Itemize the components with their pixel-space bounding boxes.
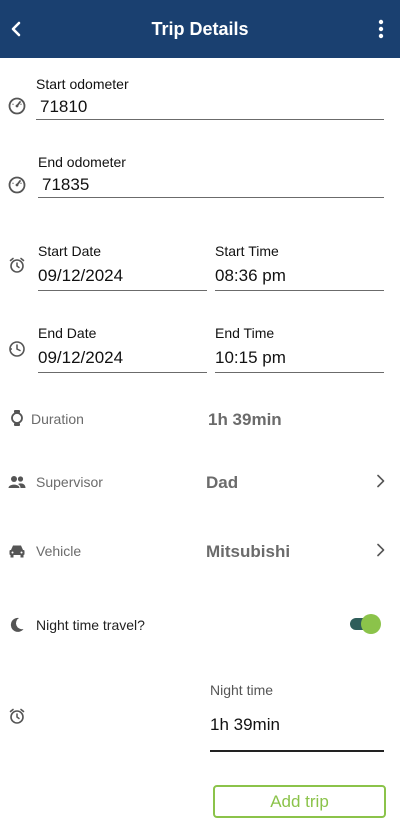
start-odometer-underline xyxy=(36,119,384,120)
clock-icon xyxy=(8,340,26,358)
end-date-label: End Date xyxy=(38,325,97,341)
night-time-label: Night time xyxy=(210,682,274,698)
vehicle-label: Vehicle xyxy=(36,543,82,559)
add-trip-button[interactable]: Add trip xyxy=(213,785,386,818)
page-title: Trip Details xyxy=(151,19,249,39)
start-odometer-input[interactable]: 71810 xyxy=(40,97,87,117)
supervisor-value[interactable]: Dad xyxy=(206,473,238,493)
night-time-input[interactable]: 1h 39min xyxy=(210,715,280,735)
chevron-right-icon[interactable] xyxy=(374,543,388,557)
start-time-underline xyxy=(215,290,384,291)
start-odometer-label: Start odometer xyxy=(36,76,129,92)
moon-icon xyxy=(8,616,26,634)
end-odometer-underline xyxy=(38,197,384,198)
app-header: Trip Details xyxy=(0,0,400,58)
alarm-icon xyxy=(8,256,26,274)
end-time-underline xyxy=(215,372,384,373)
night-travel-toggle-thumb[interactable] xyxy=(361,614,381,634)
end-odometer-input[interactable]: 71835 xyxy=(42,175,89,195)
night-time-underline xyxy=(210,750,384,752)
night-travel-label: Night time travel? xyxy=(36,617,145,633)
end-date-underline xyxy=(38,372,207,373)
supervisor-label: Supervisor xyxy=(36,474,103,490)
people-icon xyxy=(8,473,26,491)
start-time-input[interactable]: 08:36 pm xyxy=(215,266,286,286)
start-date-label: Start Date xyxy=(38,243,102,259)
vehicle-value[interactable]: Mitsubishi xyxy=(206,542,290,562)
alarm-icon xyxy=(8,707,26,725)
speedometer-icon xyxy=(8,176,26,194)
car-icon xyxy=(8,542,26,560)
chevron-right-icon[interactable] xyxy=(374,474,388,488)
start-date-input[interactable]: 09/12/2024 xyxy=(38,266,123,286)
start-time-label: Start Time xyxy=(215,243,279,259)
end-time-label: End Time xyxy=(215,325,275,341)
watch-icon xyxy=(8,409,26,427)
duration-value: 1h 39min xyxy=(208,410,282,429)
end-time-input[interactable]: 10:15 pm xyxy=(215,348,286,368)
start-date-underline xyxy=(38,290,207,291)
end-date-input[interactable]: 09/12/2024 xyxy=(38,348,123,368)
end-odometer-label: End odometer xyxy=(38,154,126,170)
duration-label: Duration xyxy=(31,411,84,427)
speedometer-icon xyxy=(8,97,26,115)
more-vert-icon[interactable] xyxy=(369,17,393,41)
